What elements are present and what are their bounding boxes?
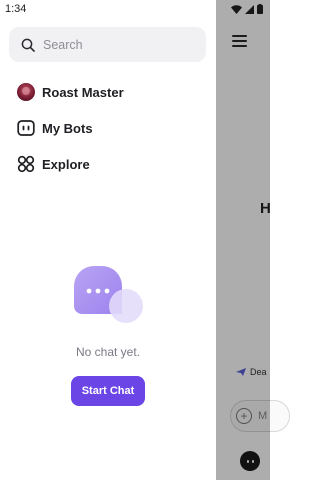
nav-item-roast-master[interactable]: Roast Master: [17, 81, 202, 103]
bot-face-icon: [17, 120, 35, 136]
explore-grid-icon: [17, 155, 35, 173]
chat-bubble-icon: [74, 266, 143, 323]
bot-avatar: [17, 83, 35, 101]
search-placeholder: Search: [43, 37, 83, 52]
start-chat-button[interactable]: Start Chat: [71, 376, 145, 406]
search-input[interactable]: Search: [9, 27, 206, 62]
empty-state-message: No chat yet.: [75, 345, 141, 359]
search-icon: [21, 38, 35, 52]
nav-item-label: Explore: [42, 156, 90, 172]
nav-item-label: My Bots: [42, 120, 93, 136]
nav-item-label: Roast Master: [42, 84, 124, 100]
navigation-drawer: 1:34 Search Roast Master My Bots Explore…: [0, 0, 216, 480]
nav-item-explore[interactable]: Explore: [17, 153, 202, 175]
status-time: 1:34: [5, 3, 27, 15]
nav-item-my-bots[interactable]: My Bots: [17, 117, 202, 139]
